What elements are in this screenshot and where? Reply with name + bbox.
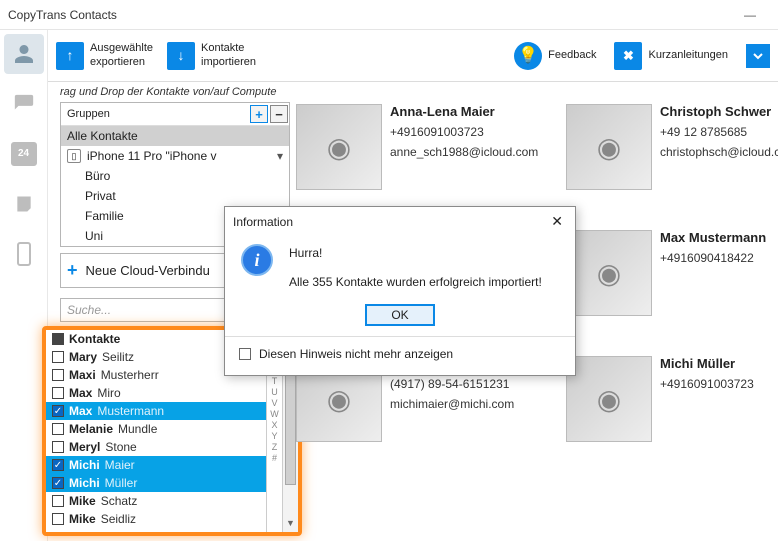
info-icon: i <box>241 244 273 276</box>
contact-card[interactable]: ◉ Michi Müller +4916091003723 <box>566 356 778 442</box>
avatar: ◉ <box>566 356 652 442</box>
import-button[interactable]: ↓ Kontakte importieren <box>167 42 256 70</box>
contact-card[interactable]: ◉ Max Mustermann +4916090418422 <box>566 230 778 316</box>
row-checkbox[interactable] <box>52 369 64 381</box>
contact-row[interactable]: ✓MaxMustermann <box>46 402 266 420</box>
row-checkbox[interactable] <box>52 423 64 435</box>
close-button[interactable]: ✕ <box>547 213 567 230</box>
groups-header: Gruppen <box>61 105 249 123</box>
row-checkbox[interactable]: ✓ <box>52 405 64 417</box>
alpha-letter[interactable]: # <box>272 453 277 463</box>
contact-card[interactable]: ◉ Christoph Schwer +49 12 8785685 christoph… <box>566 104 778 190</box>
bulb-icon: 💡 <box>514 42 542 70</box>
tools-icon: ✖ <box>614 42 642 70</box>
alpha-letter[interactable]: X <box>271 420 277 430</box>
contact-row[interactable]: MikeSchatz <box>46 492 266 510</box>
contact-phone: +4916091003723 <box>660 377 754 391</box>
contact-row[interactable]: ✓MichiMaier <box>46 456 266 474</box>
feedback-button[interactable]: 💡 Feedback <box>514 42 596 70</box>
dontshow-checkbox[interactable] <box>239 348 251 360</box>
contact-name: Christoph Schwer <box>660 104 778 119</box>
chevron-down-icon: ▾ <box>277 149 283 163</box>
dontshow-label: Diesen Hinweis nicht mehr anzeigen <box>259 347 453 361</box>
device-icon: ▯ <box>67 149 81 163</box>
alpha-letter[interactable]: Y <box>271 431 277 441</box>
chevron-down-icon <box>752 50 764 62</box>
selectall-checkbox[interactable] <box>52 333 64 345</box>
avatar: ◉ <box>566 230 652 316</box>
row-checkbox[interactable] <box>52 387 64 399</box>
row-checkbox[interactable] <box>52 441 64 453</box>
row-checkbox[interactable] <box>52 351 64 363</box>
dialog-line1: Hurra! <box>289 244 542 263</box>
contact-row[interactable]: MerylStone <box>46 438 266 456</box>
person-icon <box>12 42 36 66</box>
ok-button[interactable]: OK <box>365 304 434 326</box>
group-item[interactable]: Büro <box>61 166 289 186</box>
dialog-line2: Alle 355 Kontakte wurden erfolgreich imp… <box>289 273 542 292</box>
contact-phone: +4916091003723 <box>390 125 538 139</box>
dropdown-button[interactable] <box>746 44 770 68</box>
app-title: CopyTrans Contacts <box>8 8 117 22</box>
row-checkbox[interactable]: ✓ <box>52 477 64 489</box>
nav-calendar[interactable]: 24 <box>4 134 44 174</box>
avatar: ◉ <box>566 104 652 190</box>
row-checkbox[interactable] <box>52 513 64 525</box>
note-icon <box>14 194 34 214</box>
alpha-letter[interactable]: T <box>272 376 278 386</box>
group-item[interactable]: Privat <box>61 186 289 206</box>
nav-rail: 24 <box>0 30 48 541</box>
chat-icon <box>13 93 35 115</box>
toolbar: ↑ Ausgewählte exportieren ↓ Kontakte imp… <box>48 30 778 82</box>
contact-row[interactable]: MaxMiro <box>46 384 266 402</box>
alpha-letter[interactable]: V <box>271 398 277 408</box>
row-checkbox[interactable] <box>52 495 64 507</box>
nav-messages[interactable] <box>4 84 44 124</box>
contact-row[interactable]: MikeSeidliz <box>46 510 266 528</box>
contact-email: anne_sch1988@icloud.com <box>390 145 538 159</box>
contact-row[interactable]: MelanieMundle <box>46 420 266 438</box>
group-item[interactable]: ▯iPhone 11 Pro "iPhone v▾ <box>61 146 289 166</box>
alpha-letter[interactable]: U <box>271 387 278 397</box>
contact-card[interactable]: ◉ Anna-Lena Maier +4916091003723 anne_sch19… <box>296 104 556 190</box>
add-group-button[interactable]: + <box>250 105 268 123</box>
minimize-button[interactable]: — <box>730 1 770 29</box>
import-icon: ↓ <box>167 42 195 70</box>
nav-contacts[interactable] <box>4 34 44 74</box>
remove-group-button[interactable]: − <box>270 105 288 123</box>
contact-name: Max Mustermann <box>660 230 766 245</box>
row-checkbox[interactable]: ✓ <box>52 459 64 471</box>
contact-email: michimaier@michi.com <box>390 397 514 411</box>
nav-notes[interactable] <box>4 184 44 224</box>
contact-phone: (4917) 89-54-6151231 <box>390 377 514 391</box>
phone-icon <box>16 242 32 266</box>
contact-name: Michi Müller <box>660 356 754 371</box>
nav-device[interactable] <box>4 234 44 274</box>
group-item[interactable]: Alle Kontakte <box>61 126 289 146</box>
contact-phone: +4916090418422 <box>660 251 766 265</box>
alpha-letter[interactable]: Z <box>272 442 278 452</box>
contact-email: christophsch@icloud.com <box>660 145 778 159</box>
info-dialog: Information ✕ i Hurra! Alle 355 Kontakte… <box>224 206 576 376</box>
alpha-letter[interactable]: W <box>270 409 279 419</box>
avatar: ◉ <box>296 104 382 190</box>
title-bar: CopyTrans Contacts — <box>0 0 778 30</box>
plus-icon: + <box>67 260 78 281</box>
export-button[interactable]: ↑ Ausgewählte exportieren <box>56 42 153 70</box>
guides-button[interactable]: ✖ Kurzanleitungen <box>614 42 728 70</box>
contact-row[interactable]: ✓MichiMüller <box>46 474 266 492</box>
contact-name: Anna-Lena Maier <box>390 104 538 119</box>
dialog-title: Information <box>233 215 293 229</box>
export-icon: ↑ <box>56 42 84 70</box>
contact-phone: +49 12 8785685 <box>660 125 778 139</box>
dragdrop-hint: rag und Drop der Kontakte von/auf Comput… <box>48 82 296 102</box>
calendar-icon: 24 <box>11 142 37 166</box>
